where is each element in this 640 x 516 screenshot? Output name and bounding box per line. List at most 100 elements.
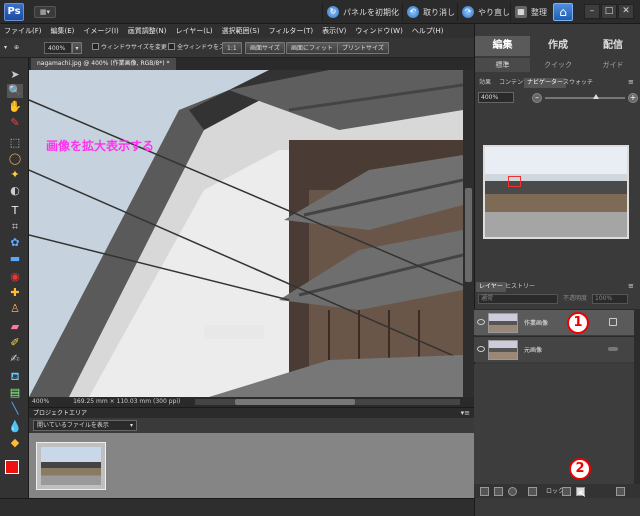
horizontal-scroll-thumb[interactable] (235, 399, 355, 405)
minimize-button[interactable]: – (584, 4, 600, 19)
zoom-out-button[interactable]: – (532, 93, 542, 103)
tab-share[interactable]: 配信 (586, 36, 640, 56)
visibility-eye-icon[interactable] (477, 346, 485, 352)
layer-row[interactable]: 元画像 (474, 336, 634, 362)
navigator-zoom-slider[interactable] (545, 94, 625, 99)
zoom-dropdown-button[interactable]: ▾ (72, 42, 82, 54)
menu-edit[interactable]: 編集(E) (51, 26, 75, 36)
organize-button[interactable]: ▦ 整理 (510, 3, 553, 21)
menu-file[interactable]: ファイル(F) (4, 26, 42, 36)
tab-create[interactable]: 作成 (531, 36, 585, 56)
foreground-color-swatch[interactable] (5, 460, 19, 474)
menu-layer[interactable]: レイヤー(L) (175, 26, 212, 36)
line-tool-icon[interactable]: ╲ (7, 402, 23, 416)
vertical-scrollbar[interactable] (463, 70, 474, 397)
horizontal-scrollbar[interactable] (195, 399, 460, 405)
print-size-button[interactable]: プリントサイズ (337, 42, 389, 54)
menu-image[interactable]: イメージ(I) (83, 26, 118, 36)
navigator-view-box[interactable] (508, 176, 521, 187)
zoom-slider-knob[interactable] (593, 94, 599, 99)
marquee-tool-icon[interactable]: ⬚ (7, 136, 23, 150)
tool-options-bar: ▾ ⊕ 400% ▾ ウィンドウサイズを変更 全ウィンドウをズーム 1:1 画面… (0, 38, 474, 58)
status-info: 169.25 mm × 110.03 mm (300 ppi) (73, 398, 181, 405)
brush-tool-icon[interactable]: ✐ (7, 336, 23, 350)
crop-tool-icon[interactable]: ⌗ (7, 220, 23, 234)
blend-mode-select[interactable]: 通常 (478, 294, 558, 304)
adjustment-layer-icon[interactable] (508, 487, 517, 496)
redo-button[interactable]: ↷ やり直し (457, 3, 516, 21)
tab-edit[interactable]: 編集 (475, 36, 530, 56)
visibility-eye-icon[interactable] (477, 319, 485, 325)
paint-bucket-tool-icon[interactable]: ⛾ (7, 370, 23, 384)
menu-filter[interactable]: フィルター(T) (269, 26, 314, 36)
eraser-tool-icon[interactable]: ▰ (7, 320, 23, 334)
toolbox: ➤ 🔍 ✋ ✎ ⬚ ◯ ✦ ◐ T ⌗ ✿ ▬ ◉ ✚ ♙ ▰ ✐ ✍ ⛾ ▤ … (0, 58, 29, 498)
document-tab[interactable]: nagamachi.jpg @ 400% (作業画像, RGB/8*) * (31, 58, 176, 70)
menu-window[interactable]: ウィンドウ(W) (355, 26, 402, 36)
project-bin-thumbnail[interactable] (36, 442, 106, 490)
resize-windows-checkbox[interactable]: ウィンドウサイズを変更 (92, 42, 167, 54)
tool-preset-icon[interactable]: ▾ (4, 42, 7, 54)
tab-full-edit[interactable]: 標準 (475, 58, 530, 72)
image-canvas[interactable] (29, 70, 463, 397)
clone-stamp-tool-icon[interactable]: ♙ (7, 302, 23, 316)
link-icon[interactable] (528, 487, 537, 496)
move-tool-icon[interactable]: ➤ (7, 68, 23, 82)
project-bin-filter-value: 開いているファイルを表示 (37, 422, 109, 429)
undo-button[interactable]: ↶ 取り消し (402, 3, 461, 21)
zoom-tool-icon[interactable]: 🔍 (7, 84, 23, 98)
redo-icon: ↷ (462, 6, 474, 18)
delete-layer-icon[interactable] (616, 487, 625, 496)
vertical-scroll-thumb[interactable] (465, 188, 472, 282)
new-layer-icon[interactable] (480, 487, 489, 496)
tab-guided[interactable]: ガイド (586, 58, 640, 72)
layers-scrollbar[interactable] (634, 309, 640, 484)
type-tool-icon[interactable]: T (7, 204, 23, 218)
straighten-tool-icon[interactable]: ▬ (7, 252, 23, 266)
screen-size-button[interactable]: 画面サイズ (245, 42, 285, 54)
layer-row[interactable]: 作業画像 (474, 309, 634, 335)
reset-panels-label: パネルを初期化 (343, 7, 399, 17)
maximize-button[interactable]: □ (601, 4, 617, 19)
panel-menu-icon[interactable]: ▾≡ (461, 409, 470, 417)
tab-effects[interactable]: 効果 (476, 78, 494, 88)
annotation-text: 画像を拡大表示する (46, 139, 155, 153)
lock-transparent-icon[interactable] (562, 487, 571, 496)
panel-menu-icon[interactable]: ≡ (628, 282, 634, 290)
smart-brush-tool-icon[interactable]: ✍ (7, 352, 23, 366)
tab-history[interactable]: ヒストリー (502, 282, 538, 292)
quick-selection-tool-icon[interactable]: ◐ (7, 184, 23, 198)
layer-name: 元画像 (524, 347, 543, 354)
lasso-tool-icon[interactable]: ◯ (7, 152, 23, 166)
opacity-field[interactable]: 100% (592, 294, 628, 304)
panel-menu-icon[interactable]: ≡ (628, 78, 634, 86)
menu-enhance[interactable]: 画質調整(N) (128, 26, 167, 36)
tab-quick[interactable]: クイック (531, 58, 585, 72)
sponge-tool-icon[interactable]: ◆ (7, 436, 23, 450)
blur-tool-icon[interactable]: 💧 (7, 420, 23, 434)
eyedropper-tool-icon[interactable]: ✎ (7, 116, 23, 130)
zoom-percent-field[interactable]: 400% (44, 42, 72, 54)
fit-screen-button[interactable]: 画面にフィット (286, 42, 338, 54)
magic-wand-tool-icon[interactable]: ✦ (7, 168, 23, 182)
zoom-in-button[interactable]: + (628, 93, 638, 103)
reset-panels-button[interactable]: ↻ パネルを初期化 (322, 3, 405, 21)
tab-swatches[interactable]: スウォッチ (560, 78, 596, 88)
navigator-preview[interactable] (483, 145, 629, 239)
lock-icon (609, 318, 617, 326)
project-bin-filter-select[interactable]: 開いているファイルを表示 ▾ (33, 420, 137, 431)
navigator-zoom-field[interactable]: 400% (478, 92, 514, 103)
new-group-icon[interactable] (494, 487, 503, 496)
close-button[interactable]: ✕ (618, 4, 634, 19)
workspace-menu-button[interactable]: ▦▾ (34, 6, 56, 18)
hand-tool-icon[interactable]: ✋ (7, 100, 23, 114)
menu-view[interactable]: 表示(V) (322, 26, 346, 36)
gradient-tool-icon[interactable]: ▤ (7, 386, 23, 400)
cookie-cutter-tool-icon[interactable]: ✿ (7, 236, 23, 250)
menu-select[interactable]: 選択範囲(S) (222, 26, 260, 36)
menu-help[interactable]: ヘルプ(H) (412, 26, 444, 36)
actual-pixels-button[interactable]: 1:1 (222, 42, 242, 54)
healing-brush-tool-icon[interactable]: ✚ (7, 286, 23, 300)
red-eye-tool-icon[interactable]: ◉ (7, 270, 23, 284)
home-icon[interactable]: ⌂ (553, 3, 573, 21)
